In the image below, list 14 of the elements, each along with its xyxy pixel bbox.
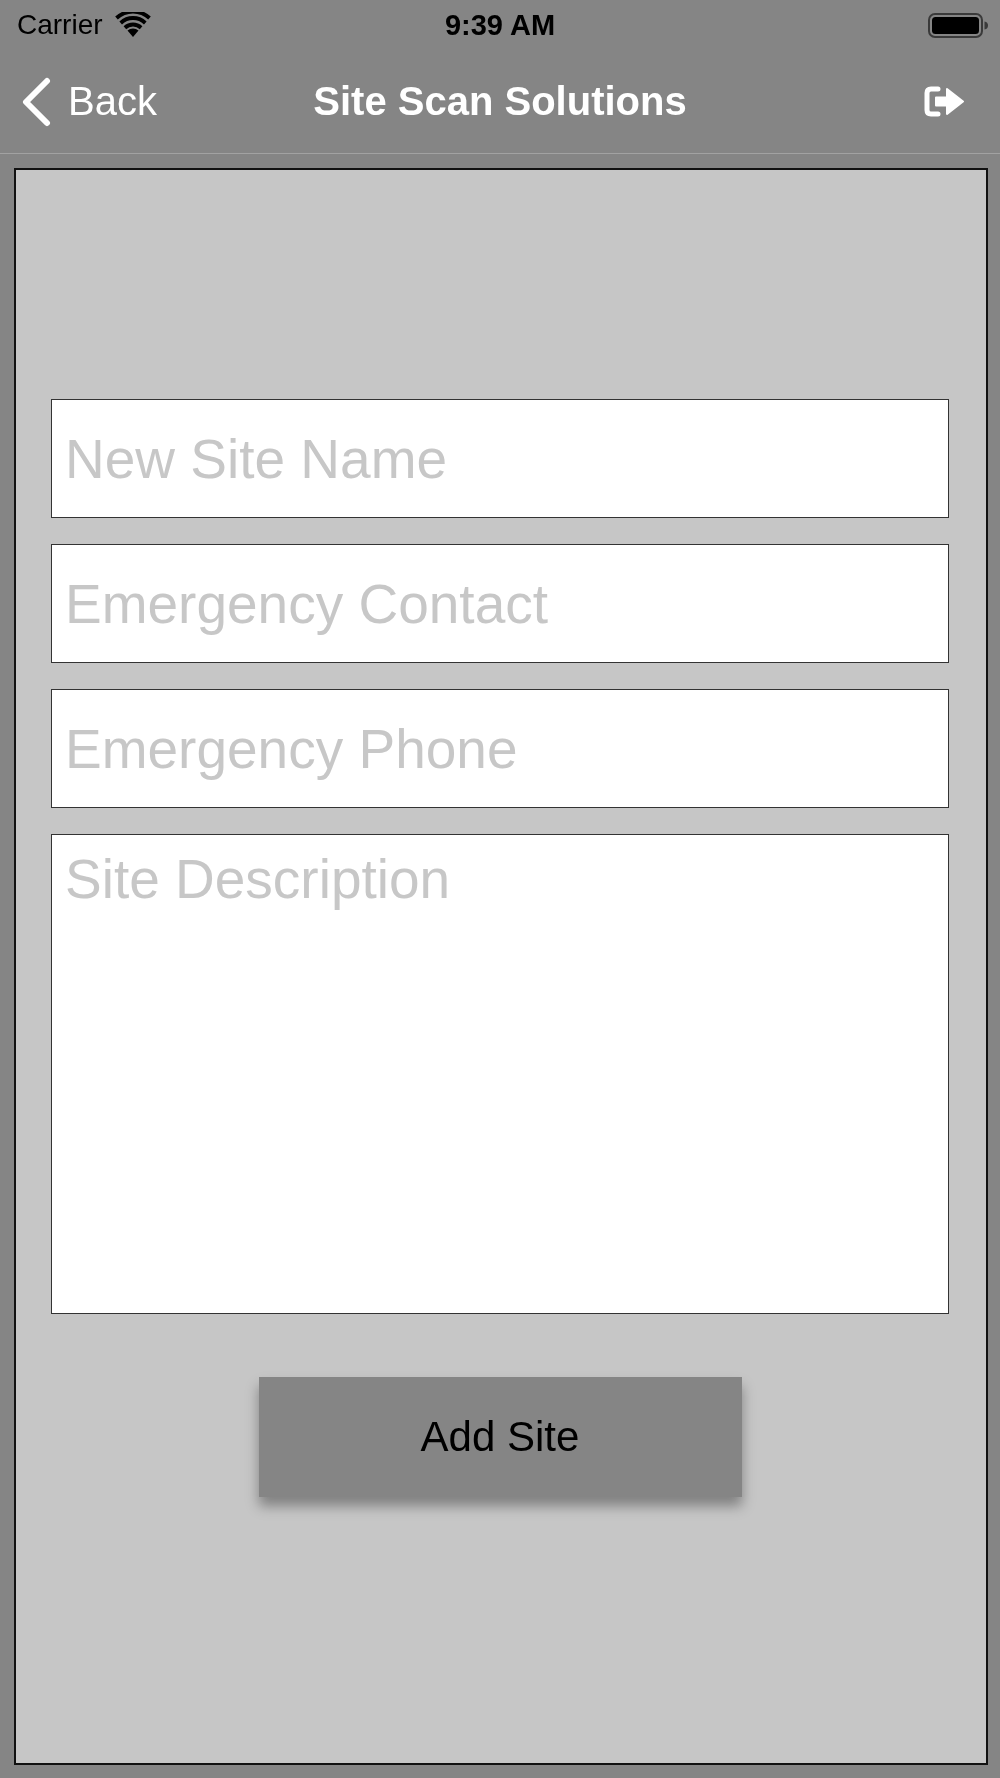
site-name-field[interactable]: New Site Name	[51, 399, 949, 518]
chevron-left-icon	[20, 76, 52, 127]
back-button[interactable]: Back	[20, 76, 157, 127]
wifi-icon	[114, 12, 151, 38]
battery-icon	[928, 12, 988, 38]
phone-field[interactable]: Emergency Phone	[51, 689, 949, 808]
description-field[interactable]: Site Description	[51, 834, 949, 1314]
clock-time: 9:39 AM	[444, 8, 556, 42]
screen-title: Site Scan Solutions	[313, 79, 687, 124]
carrier-label: Carrier	[17, 9, 103, 41]
sign-out-icon	[924, 86, 964, 117]
add-site-button[interactable]: Add Site	[258, 1377, 742, 1497]
sign-out-button[interactable]	[924, 86, 964, 117]
contact-field[interactable]: Emergency Contact	[51, 544, 949, 663]
